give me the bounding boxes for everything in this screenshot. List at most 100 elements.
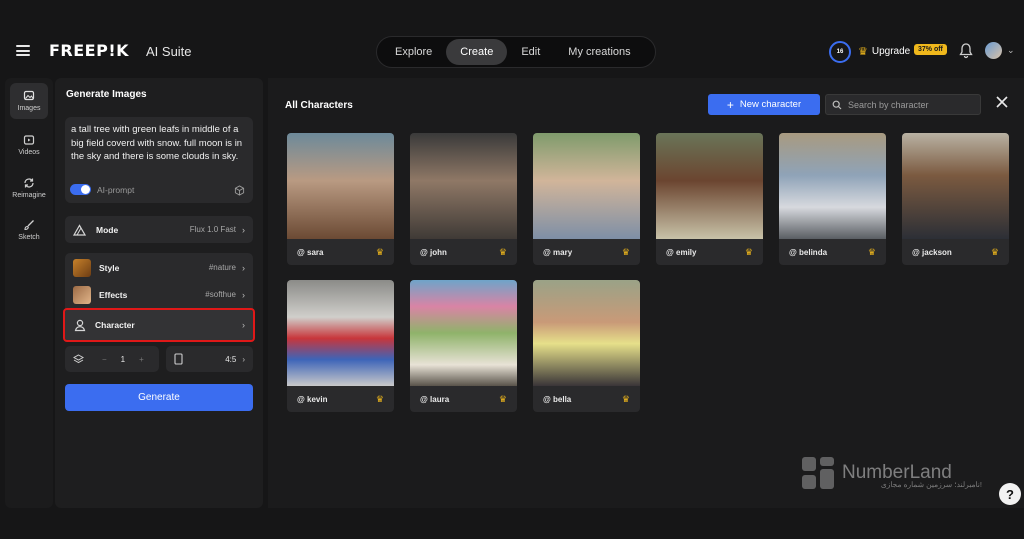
character-photo: [287, 280, 394, 386]
nav-edit[interactable]: Edit: [507, 39, 554, 65]
search-input[interactable]: [848, 99, 973, 110]
chevron-right-icon: ›: [242, 320, 245, 330]
rail-item-reimagine[interactable]: Reimagine: [10, 170, 48, 206]
crown-icon: ♛: [858, 46, 868, 58]
increment-button[interactable]: +: [139, 355, 144, 364]
crown-icon: ♛: [990, 246, 999, 257]
top-bar: FREEP!K AI Suite Explore Create Edit My …: [0, 26, 1024, 78]
suite-label: AI Suite: [146, 44, 192, 59]
style-thumbnail: [73, 258, 91, 277]
numberland-watermark: NumberLand نامبرلند؛ سرزمین شماره مجازی!: [800, 455, 982, 491]
crown-icon: ♛: [375, 246, 384, 257]
help-button[interactable]: ?: [999, 483, 1021, 505]
nav-create[interactable]: Create: [446, 39, 508, 65]
ai-prompt-toggle[interactable]: [70, 184, 91, 195]
character-card[interactable]: @ emily ♛: [656, 133, 763, 265]
character-photo: [533, 133, 640, 239]
ai-prompt-toggle-row: AI-prompt: [70, 184, 134, 195]
mode-value: Flux 1.0 Fast: [189, 225, 236, 234]
character-photo: [287, 133, 394, 239]
character-card[interactable]: @ laura ♛: [410, 280, 517, 412]
rail-item-videos[interactable]: Videos: [10, 127, 48, 163]
generate-button[interactable]: Generate: [65, 384, 253, 411]
decrement-button[interactable]: −: [102, 355, 107, 364]
style-effects-character-group: Style #nature › Effects #softhue › Chara…: [63, 253, 255, 342]
layers-icon: [73, 353, 84, 363]
image-icon: [23, 90, 35, 101]
character-photo: [533, 280, 640, 386]
nav-explore[interactable]: Explore: [381, 39, 446, 65]
chevron-down-icon[interactable]: ⌄: [1007, 45, 1015, 56]
menu-icon[interactable]: [16, 45, 30, 56]
credits-indicator[interactable]: 16: [829, 41, 851, 63]
video-icon: [23, 135, 35, 145]
chevron-right-icon: ›: [242, 262, 245, 273]
new-character-button[interactable]: + New character: [708, 94, 820, 115]
main-nav: Explore Create Edit My creations: [376, 36, 656, 68]
crown-icon: ♛: [744, 246, 753, 257]
generate-panel: Generate Images a tall tree with green l…: [55, 78, 263, 508]
brush-icon: [24, 220, 34, 231]
character-card[interactable]: @ sara ♛: [287, 133, 394, 265]
chevron-right-icon: ›: [242, 224, 245, 235]
character-card[interactable]: @ belinda ♛: [779, 133, 886, 265]
character-name: @ laura: [420, 394, 450, 404]
character-card[interactable]: @ bella ♛: [533, 280, 640, 412]
character-photo: [410, 280, 517, 386]
bell-icon[interactable]: [959, 43, 973, 59]
search-box: [825, 94, 981, 115]
character-name: @ emily: [666, 247, 697, 257]
discount-badge: 37% off: [914, 44, 947, 55]
avatar[interactable]: [985, 42, 1002, 59]
aspect-ratio-selector[interactable]: 4:5 ›: [166, 346, 253, 372]
left-rail: Images Videos Reimagine Sketch: [5, 78, 53, 508]
mode-selector[interactable]: Mode Flux 1.0 Fast ›: [65, 216, 253, 243]
close-icon[interactable]: [995, 95, 1009, 109]
style-selector[interactable]: Style #nature ›: [65, 254, 253, 281]
character-card[interactable]: @ john ♛: [410, 133, 517, 265]
aspect-ratio-value: 4:5: [225, 354, 237, 364]
search-icon: [832, 100, 842, 109]
style-label: Style: [99, 262, 120, 273]
character-name: @ mary: [543, 247, 573, 257]
rail-item-images[interactable]: Images: [10, 83, 48, 119]
effects-thumbnail: [73, 285, 91, 304]
prompt-text[interactable]: a tall tree with green leafs in middle o…: [71, 123, 247, 164]
character-name: @ belinda: [789, 247, 828, 257]
cube-icon[interactable]: [234, 185, 245, 196]
character-card[interactable]: @ kevin ♛: [287, 280, 394, 412]
effects-label: Effects: [99, 289, 128, 300]
characters-panel: All Characters + New character @ sara ♛ @…: [268, 78, 1024, 508]
character-label: Character: [95, 320, 135, 330]
prompt-input[interactable]: a tall tree with green leafs in middle o…: [65, 117, 253, 203]
style-value: #nature: [208, 263, 236, 272]
numberland-logo-icon: [802, 457, 834, 489]
plus-icon: +: [726, 97, 734, 112]
character-card[interactable]: @ mary ♛: [533, 133, 640, 265]
effects-value: #softhue: [205, 290, 236, 299]
upgrade-button[interactable]: ♛ Upgrade: [858, 45, 910, 58]
crown-icon: ♛: [621, 393, 630, 404]
watermark-tagline: نامبرلند؛ سرزمین شماره مجازی!: [880, 480, 982, 489]
app-root: FREEP!K AI Suite Explore Create Edit My …: [0, 0, 1024, 539]
new-character-label: New character: [739, 99, 802, 110]
character-name: @ john: [420, 247, 447, 257]
rail-label: Sketch: [18, 234, 40, 241]
rail-label: Reimagine: [12, 192, 46, 199]
rail-label: Videos: [18, 149, 40, 156]
rail-item-sketch[interactable]: Sketch: [10, 212, 48, 248]
character-card[interactable]: @ jackson ♛: [902, 133, 1009, 265]
aspect-ratio-icon: [174, 353, 183, 365]
character-photo: [656, 133, 763, 239]
effects-selector[interactable]: Effects #softhue ›: [65, 281, 253, 308]
nav-my-creations[interactable]: My creations: [554, 39, 644, 65]
refresh-icon: [24, 178, 34, 188]
character-selector[interactable]: Character ›: [63, 308, 255, 342]
character-photo: [902, 133, 1009, 239]
chevron-right-icon: ›: [242, 289, 245, 300]
quantity-stepper[interactable]: − 1 +: [65, 346, 159, 372]
crown-icon: ♛: [621, 246, 630, 257]
triangle-icon: [73, 223, 86, 236]
freepik-logo[interactable]: FREEP!K: [49, 41, 129, 60]
crown-icon: ♛: [375, 393, 384, 404]
